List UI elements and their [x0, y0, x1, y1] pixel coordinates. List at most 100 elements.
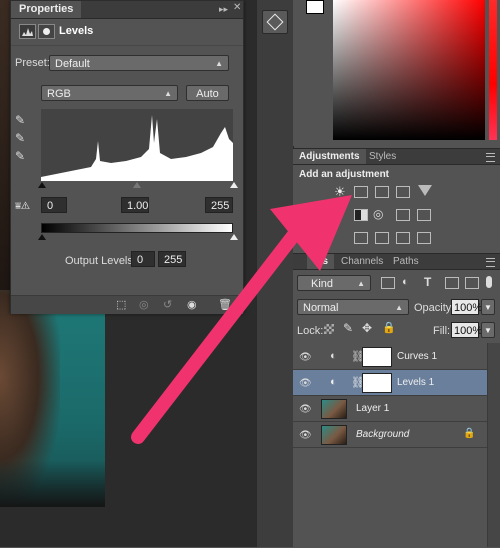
lock-position-icon[interactable]: ✥ — [362, 321, 372, 335]
gray-point-eyedropper-icon[interactable]: ✎ — [15, 131, 25, 145]
levels-icon[interactable] — [354, 186, 368, 198]
panel-title: Levels — [59, 25, 94, 37]
preset-dropdown[interactable]: Default ▲ — [49, 55, 229, 71]
visibility-eye-icon[interactable]: ◉ — [187, 298, 197, 311]
filter-kind-dropdown[interactable]: Kind ▲ — [297, 275, 371, 291]
opacity-field[interactable]: 100% — [451, 299, 482, 315]
posterize-icon[interactable] — [354, 232, 368, 244]
tab-layers[interactable]: ers — [307, 254, 335, 269]
input-black-slider[interactable] — [38, 182, 46, 188]
filter-kind-value: Kind — [311, 278, 334, 290]
black-white-icon[interactable] — [354, 209, 368, 221]
selective-color-icon[interactable] — [396, 232, 410, 244]
white-point-eyedropper-icon[interactable]: ✎ — [15, 149, 25, 163]
tab-adjustments[interactable]: Adjustments — [293, 149, 366, 164]
gradient-map-icon[interactable] — [417, 232, 431, 244]
tab-styles[interactable]: Styles — [363, 149, 402, 164]
filter-smart-object-icon[interactable] — [465, 277, 479, 289]
vibrance-icon[interactable] — [418, 185, 432, 196]
brightness-icon[interactable]: ☀ — [334, 184, 346, 200]
close-icon[interactable]: ✕ — [233, 2, 241, 13]
filter-pixel-icon[interactable] — [381, 277, 395, 289]
output-white-field[interactable]: 255 — [158, 251, 186, 267]
trash-icon[interactable]: 🗑 — [218, 298, 232, 311]
lock-icon: 🔒 — [463, 428, 476, 439]
tab-channels[interactable]: Channels — [335, 254, 389, 269]
collapse-icon[interactable]: ▸▸ — [219, 4, 228, 15]
input-gamma-field[interactable]: 1.00 — [121, 197, 149, 213]
layer-name[interactable]: Layer 1 — [356, 403, 389, 414]
channel-dropdown[interactable]: RGB ▲ — [41, 85, 178, 101]
blend-mode-value: Normal — [303, 302, 339, 314]
properties-panel: Properties ▸▸ ✕ Levels Preset: Default ▲… — [10, 0, 244, 314]
preset-label: Preset: — [15, 57, 50, 69]
visibility-eye-icon[interactable]: 👁 — [299, 404, 312, 415]
output-levels-label: Output Levels: — [65, 255, 136, 267]
adjustments-tabbar: Adjustments Styles — [293, 149, 500, 165]
clipping-icon[interactable]: ⩸⚠ — [15, 201, 30, 212]
layer-name[interactable]: Background — [356, 429, 409, 440]
layer-row-background[interactable]: 👁 Background 🔒 — [293, 422, 488, 448]
layer-mask-thumbnail[interactable] — [362, 347, 392, 367]
opacity-label: Opacity: — [414, 302, 455, 314]
reset-icon[interactable]: ↺ — [163, 298, 172, 311]
layer-mask-thumbnail[interactable] — [362, 373, 392, 393]
fill-dropdown-icon[interactable]: ▼ — [481, 322, 495, 338]
tab-properties[interactable]: Properties — [11, 1, 82, 18]
layer-row-curves[interactable]: 👁 ◐ ⛓ Curves 1 — [293, 344, 488, 370]
opacity-dropdown-icon[interactable]: ▼ — [481, 299, 495, 315]
layer-row-levels[interactable]: 👁 ◐ ⛓ Levels 1 — [293, 370, 488, 396]
properties-footer: ⬚ ◎ ↺ ◉ 🗑 — [11, 295, 243, 314]
lock-transparency-icon[interactable] — [324, 324, 334, 334]
adjustment-layer-icon: ◐ — [330, 350, 337, 362]
visibility-eye-icon[interactable]: 👁 — [299, 352, 312, 363]
visibility-eye-icon[interactable]: 👁 — [299, 430, 312, 441]
hue-slider[interactable] — [489, 0, 497, 140]
output-black-field[interactable]: 0 — [131, 251, 155, 267]
input-black-field[interactable]: 0 — [41, 197, 67, 213]
mask-icon[interactable] — [38, 24, 55, 39]
filter-shape-icon[interactable] — [445, 277, 459, 289]
layer-name[interactable]: Curves 1 — [397, 351, 437, 362]
clip-to-layer-icon[interactable]: ⬚ — [116, 298, 126, 311]
filter-toggle[interactable] — [486, 276, 492, 288]
auto-button[interactable]: Auto — [186, 85, 229, 101]
lock-label: Lock: — [297, 325, 324, 337]
preset-value: Default — [55, 58, 90, 70]
panel-menu-icon[interactable] — [486, 153, 495, 162]
photo-filter-icon[interactable]: ◎ — [373, 207, 383, 221]
view-previous-icon[interactable]: ◎ — [139, 298, 149, 311]
filter-adjustment-icon[interactable]: ◐ — [402, 276, 409, 288]
visibility-eye-icon[interactable]: 👁 — [299, 378, 312, 389]
output-gradient — [41, 223, 233, 233]
tab-paths[interactable]: Paths — [387, 254, 425, 269]
color-field[interactable] — [333, 0, 485, 140]
input-white-slider[interactable] — [230, 182, 238, 188]
input-white-field[interactable]: 255 — [205, 197, 233, 213]
exposure-icon[interactable] — [396, 186, 410, 198]
lock-pixels-icon[interactable]: ✎ — [343, 321, 353, 335]
layers-scrollbar[interactable] — [487, 343, 500, 547]
fill-field[interactable]: 100% — [451, 322, 482, 338]
layer-row-layer1[interactable]: 👁 Layer 1 — [293, 396, 488, 422]
histogram — [41, 109, 233, 181]
foreground-swatch[interactable] — [300, 0, 328, 20]
photo-shadow — [0, 460, 105, 507]
layer-name[interactable]: Levels 1 — [397, 377, 434, 388]
channel-mixer-icon[interactable] — [396, 209, 410, 221]
output-white-slider[interactable] — [230, 234, 238, 240]
input-gamma-slider[interactable] — [133, 182, 141, 188]
3d-cube-icon[interactable] — [262, 10, 288, 34]
properties-header — [11, 19, 243, 46]
filter-type-icon[interactable]: T — [424, 275, 431, 289]
blend-mode-dropdown[interactable]: Normal ▲ — [297, 299, 409, 315]
layers-panel: ers Channels Paths Kind ▲ ◐ T Normal ▲ O… — [293, 253, 500, 548]
chevron-updown-icon: ▲ — [164, 89, 172, 98]
panel-menu-icon[interactable] — [486, 258, 495, 267]
lock-all-icon[interactable]: 🔒 — [382, 321, 396, 334]
curves-icon[interactable] — [375, 186, 389, 198]
threshold-icon[interactable] — [375, 232, 389, 244]
black-point-eyedropper-icon[interactable]: ✎ — [15, 113, 25, 127]
output-black-slider[interactable] — [38, 234, 46, 240]
color-lookup-icon[interactable] — [417, 209, 431, 221]
